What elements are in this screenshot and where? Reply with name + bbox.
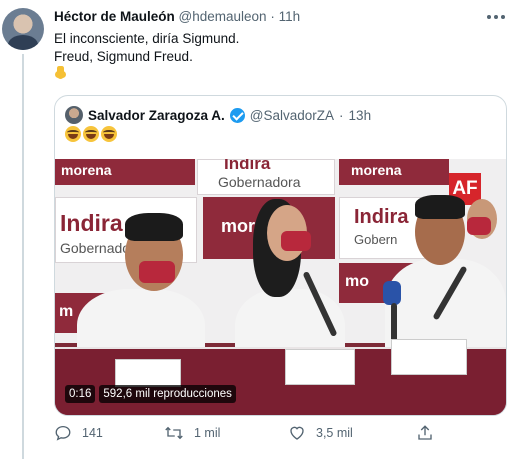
nameplate-right	[391, 339, 467, 375]
quoted-tweet[interactable]: Salvador Zaragoza A. @SalvadorZA · 13h m…	[54, 95, 507, 416]
quoted-author-handle: @SalvadorZA	[249, 107, 335, 123]
banner-indira-top: Indira	[224, 159, 271, 173]
person-far-right-mask	[467, 217, 491, 235]
reply-count: 141	[82, 426, 103, 440]
laugh-cry-emoji	[65, 126, 81, 142]
more-options-icon[interactable]	[487, 15, 507, 23]
author-avatar[interactable]	[2, 8, 44, 50]
quoted-separator-dot: ·	[339, 107, 344, 123]
quoted-tweet-header: Salvador Zaragoza A. @SalvadorZA · 13h	[65, 105, 371, 125]
banner-panel-top: Indira Gobernadora	[197, 159, 335, 195]
retweet-count: 1 mil	[194, 426, 221, 440]
banner-indira-left: Indira	[60, 210, 123, 236]
quoted-tweet-time: 13h	[348, 107, 372, 123]
tweet-header: Héctor de Mauleón @hdemauleon · 11h	[54, 9, 511, 27]
person-left-mask	[139, 261, 175, 283]
banner-gobernadora-top: Gobernadora	[218, 174, 301, 190]
tweet-time[interactable]: 11h	[279, 9, 301, 24]
reply-icon	[55, 425, 71, 441]
heart-icon	[290, 426, 304, 440]
person-right-hair	[415, 195, 465, 219]
reply-button[interactable]: 141	[54, 422, 103, 444]
video-duration: 0:16	[65, 385, 96, 403]
quoted-tweet-text	[65, 126, 117, 144]
nameplate-center	[285, 349, 355, 385]
banner-indira-right: Indira	[354, 206, 409, 228]
video-player[interactable]: morena Indira Gobernadora morena Indira …	[55, 159, 506, 415]
tweet-text: El inconsciente, diría Sigmund. Freud, S…	[54, 30, 239, 85]
quoted-author-name: Salvador Zaragoza A.	[88, 107, 225, 123]
banner-morena-top-right: morena	[339, 159, 449, 185]
laugh-cry-emoji	[101, 126, 117, 142]
retweet-icon	[165, 426, 183, 440]
action-bar: 141 1 mil 3,5 mil	[54, 422, 494, 444]
share-icon	[418, 425, 432, 440]
separator-dot: ·	[270, 9, 275, 24]
tweet-text-line-1: El inconsciente, diría Sigmund.	[54, 31, 240, 46]
quoted-author-avatar	[65, 106, 83, 124]
banner-morena-top-left: morena	[55, 159, 195, 185]
pointing-down-emoji	[54, 66, 68, 80]
like-button[interactable]: 3,5 mil	[288, 422, 353, 444]
video-view-count: 592,6 mil reproducciones	[99, 385, 236, 403]
author-handle[interactable]: @hdemauleon	[179, 9, 267, 24]
like-count: 3,5 mil	[316, 426, 353, 440]
person-left-hair	[125, 213, 183, 241]
person-center-mask	[281, 231, 311, 251]
microphone-blue	[383, 281, 401, 305]
tweet-text-line-2: Freud, Sigmund Freud.	[54, 49, 193, 64]
banner-gobernadora-right: Gobern	[354, 232, 398, 247]
author-name[interactable]: Héctor de Mauleón	[54, 9, 175, 24]
thread-line	[22, 54, 24, 459]
video-overlay: 0:16 592,6 mil reproducciones	[65, 385, 236, 403]
nameplate-left	[115, 359, 181, 387]
laugh-cry-emoji	[83, 126, 99, 142]
verified-badge-icon	[229, 107, 245, 123]
retweet-button[interactable]: 1 mil	[164, 422, 220, 444]
share-button[interactable]	[416, 422, 434, 444]
